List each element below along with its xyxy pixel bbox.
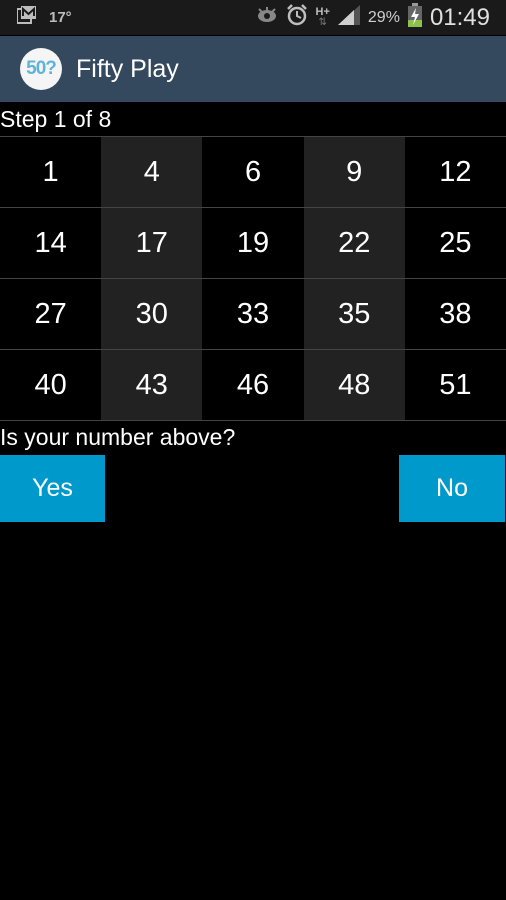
app-title: Fifty Play [76,54,179,83]
number-cell: 17 [101,208,203,278]
number-cell: 46 [236,368,270,401]
number-cell: 35 [303,279,405,349]
number-cell: 48 [303,350,405,420]
action-bar: 50? Fifty Play [0,36,506,102]
grid-row: 27 30 33 35 38 [0,279,506,350]
number-cell: 25 [439,226,472,259]
grid-row: 14 17 19 22 25 [0,208,506,279]
yes-button[interactable]: Yes [0,455,105,522]
battery-charging-icon [407,3,422,32]
signal-icon [337,5,360,30]
number-cell: 19 [236,226,270,259]
number-cell: 33 [236,297,270,330]
number-cell: 1 [42,155,59,188]
temperature-text: 17° [49,9,72,26]
number-cell: 27 [34,297,67,330]
step-label: Step 1 of 8 [0,106,112,132]
grid-row: 1 4 6 9 12 [0,137,506,208]
network-hplus-icon: H+ ⇅ [315,6,330,28]
number-cell: 51 [439,368,472,401]
number-cell: 12 [439,155,472,188]
status-bar: 17° H+ ⇅ 29% 01:49 [0,0,506,35]
number-cell: 30 [101,279,203,349]
app-logo[interactable]: 50? [20,48,62,90]
number-cell: 40 [34,368,67,401]
number-cell: 38 [439,297,472,330]
grid-row: 40 43 46 48 51 [0,350,506,421]
clock: 01:49 [429,3,490,31]
eye-icon [256,7,278,28]
number-grid: 1 4 6 9 12 14 17 19 22 25 27 30 33 35 38… [0,136,506,421]
gallery-icon [16,6,37,29]
number-cell: 9 [303,137,405,207]
question-label: Is your number above? [0,424,236,450]
number-cell: 6 [244,155,262,188]
no-button[interactable]: No [399,455,505,522]
number-cell: 22 [303,208,405,278]
alarm-icon [286,4,308,31]
number-cell: 43 [101,350,203,420]
number-cell: 4 [101,137,203,207]
number-cell: 14 [34,226,67,259]
battery-percent: 29% [367,8,400,26]
